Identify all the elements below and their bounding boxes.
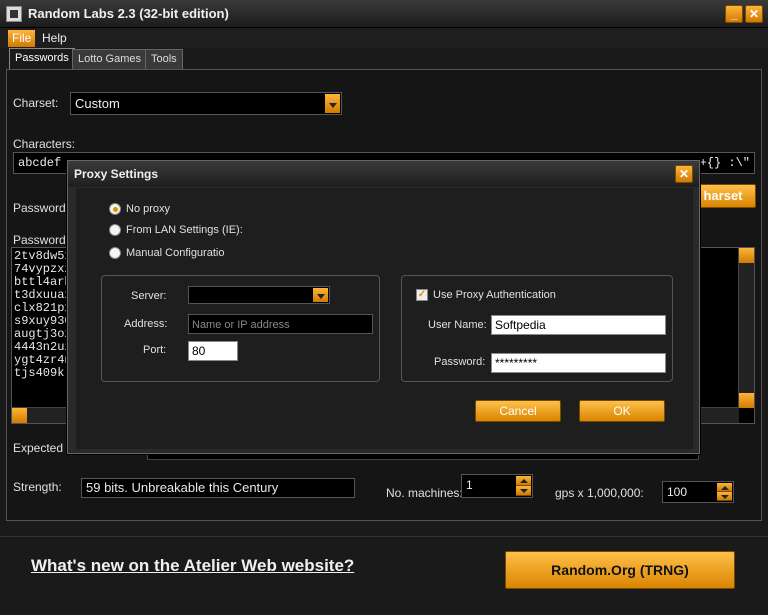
dialog-title-bar bbox=[68, 161, 699, 187]
scroll-down-icon[interactable] bbox=[739, 393, 754, 408]
radio-no-proxy-label: No proxy bbox=[126, 203, 171, 215]
list-item: tjs409kl bbox=[14, 366, 72, 380]
characters-start: abcdef bbox=[18, 156, 62, 170]
chevron-down-icon[interactable] bbox=[313, 288, 328, 302]
dialog-title: Proxy Settings bbox=[74, 167, 159, 181]
password-input[interactable]: ********* bbox=[491, 353, 666, 373]
password-label: Password: bbox=[434, 356, 486, 368]
address-label: Address: bbox=[124, 318, 168, 330]
radio-no-proxy[interactable] bbox=[109, 203, 121, 215]
radio-manual[interactable] bbox=[109, 247, 121, 259]
charset-value: Custom bbox=[75, 96, 120, 111]
characters-end: +{} :\" bbox=[699, 156, 750, 170]
vertical-scrollbar[interactable] bbox=[738, 248, 754, 408]
radio-lan-settings-label: From LAN Settings (IE): bbox=[126, 224, 243, 236]
characters-label: Characters: bbox=[13, 137, 76, 151]
gps-label: gps x 1,000,000: bbox=[555, 486, 644, 500]
tab-tools[interactable]: Tools bbox=[145, 49, 183, 69]
passwords-text: 2tv8dw51 74vypzxz bttl4arh t3dxuuax clx8… bbox=[14, 250, 72, 380]
strength-label: Strength: bbox=[13, 480, 62, 494]
charset-label: Charset: bbox=[13, 96, 59, 110]
use-auth-checkbox[interactable]: ✓ bbox=[416, 289, 428, 301]
machines-value: 1 bbox=[466, 478, 473, 492]
port-label: Port: bbox=[143, 344, 167, 356]
username-label: User Name: bbox=[428, 319, 487, 331]
proxy-settings-dialog: Proxy Settings ✕ No proxy From LAN Setti… bbox=[67, 160, 700, 454]
footer-divider bbox=[0, 536, 768, 537]
close-window-button[interactable]: ✕ bbox=[745, 5, 763, 23]
username-input[interactable]: Softpedia bbox=[491, 315, 666, 335]
chevron-down-icon[interactable] bbox=[325, 94, 340, 113]
tab-passwords[interactable]: Passwords bbox=[9, 48, 75, 70]
radio-manual-label: Manual Configuratio bbox=[126, 247, 225, 259]
scroll-left-icon[interactable] bbox=[12, 408, 27, 423]
random-org-button[interactable]: Random.Org (TRNG) bbox=[505, 551, 735, 589]
menu-bar bbox=[0, 28, 768, 48]
strength-field: 59 bits. Unbreakable this Century bbox=[81, 478, 355, 498]
address-placeholder: Name or IP address bbox=[192, 319, 290, 331]
passwords-label: Passwords: bbox=[13, 233, 76, 247]
scroll-up-icon[interactable] bbox=[739, 248, 754, 263]
window-title: Random Labs 2.3 (32-bit edition) bbox=[28, 6, 229, 21]
increment-icon[interactable] bbox=[717, 483, 732, 492]
app-icon bbox=[6, 6, 22, 22]
radio-lan-settings[interactable] bbox=[109, 224, 121, 236]
gps-value: 100 bbox=[667, 485, 688, 499]
address-input[interactable]: Name or IP address bbox=[188, 314, 373, 334]
menu-file[interactable]: File bbox=[8, 30, 36, 47]
dialog-body: No proxy From LAN Settings (IE): Manual … bbox=[76, 188, 693, 449]
server-combo[interactable] bbox=[188, 286, 330, 304]
decrement-icon[interactable] bbox=[516, 486, 531, 496]
charset-combo[interactable]: Custom bbox=[70, 92, 342, 115]
tab-lotto-games[interactable]: Lotto Games bbox=[72, 49, 147, 69]
gps-stepper[interactable]: 100 bbox=[662, 481, 734, 503]
dialog-close-button[interactable]: ✕ bbox=[675, 165, 693, 183]
use-auth-label: Use Proxy Authentication bbox=[433, 289, 556, 301]
cancel-button[interactable]: Cancel bbox=[475, 400, 561, 422]
expected-time-label: Expected T bbox=[13, 441, 74, 455]
port-input[interactable]: 80 bbox=[188, 341, 238, 361]
whats-new-link[interactable]: What's new on the Atelier Web website? bbox=[31, 556, 354, 576]
ok-button[interactable]: OK bbox=[579, 400, 665, 422]
machines-label: No. machines: bbox=[386, 486, 463, 500]
increment-icon[interactable] bbox=[516, 476, 531, 486]
minimize-button[interactable]: _ bbox=[725, 5, 743, 23]
menu-help[interactable]: Help bbox=[38, 30, 71, 47]
server-label: Server: bbox=[131, 290, 167, 302]
machines-stepper[interactable]: 1 bbox=[461, 474, 533, 498]
decrement-icon[interactable] bbox=[717, 492, 732, 501]
